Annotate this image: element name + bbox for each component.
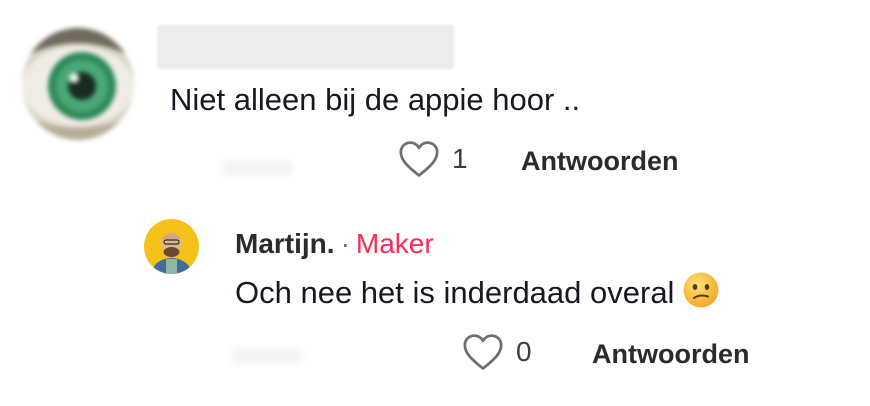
creator-avatar-image bbox=[144, 219, 199, 274]
confused-face-icon bbox=[682, 271, 720, 319]
reply-header: Martijn. · Maker bbox=[235, 226, 434, 262]
comment-like-count: 1 bbox=[452, 143, 468, 174]
comment-text: Niet alleen bij de appie hoor .. bbox=[170, 82, 581, 117]
eye-avatar-image bbox=[22, 28, 134, 140]
reply-author-name[interactable]: Martijn. bbox=[235, 228, 335, 259]
heart-icon bbox=[463, 334, 503, 370]
reply-text-line: Och nee het is inderdaad overal bbox=[235, 271, 720, 319]
commenter-avatar[interactable] bbox=[22, 28, 134, 140]
reply-avatar[interactable] bbox=[144, 219, 199, 274]
reply-text: Och nee het is inderdaad overal bbox=[235, 275, 675, 310]
comment-date-redacted bbox=[222, 160, 292, 176]
reply-like-button[interactable]: 0 bbox=[462, 333, 532, 371]
comment-like-button[interactable]: 1 bbox=[398, 140, 468, 178]
creator-badge: Maker bbox=[355, 228, 434, 259]
comment-reply-button[interactable]: Antwoorden bbox=[521, 146, 678, 177]
commenter-name-redacted bbox=[157, 25, 454, 69]
heart-icon bbox=[399, 141, 439, 177]
reply-separator: · bbox=[340, 228, 350, 259]
reply-date-redacted bbox=[232, 348, 302, 364]
reply-like-count: 0 bbox=[516, 336, 532, 367]
reply-reply-button[interactable]: Antwoorden bbox=[592, 339, 749, 370]
